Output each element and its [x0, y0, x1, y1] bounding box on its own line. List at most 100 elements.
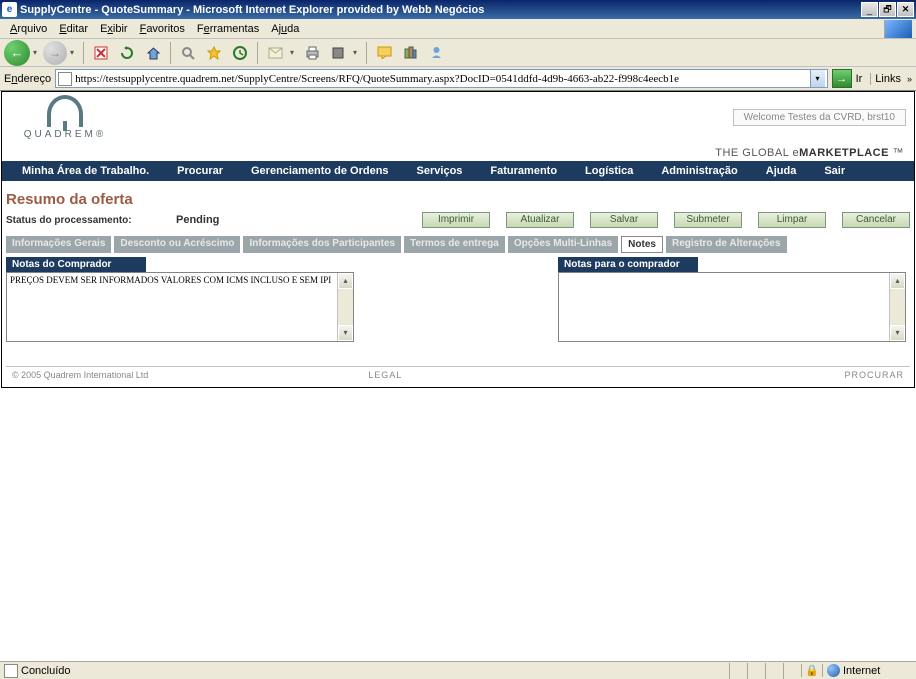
nav-administracao[interactable]: Administração — [647, 162, 751, 180]
statusbar: Concluído 🔒 Internet — [0, 661, 916, 679]
scroll-down-icon[interactable]: ▾ — [890, 325, 905, 341]
restore-button[interactable]: 🗗 — [879, 2, 896, 17]
tab-desconto[interactable]: Desconto ou Acréscimo — [114, 236, 240, 253]
history-button[interactable] — [228, 41, 252, 65]
tab-termos-entrega[interactable]: Termos de entrega — [404, 236, 505, 253]
welcome-text: Welcome Testes da CVRD, brst10 — [733, 109, 906, 126]
scroll-up-icon[interactable]: ▴ — [890, 273, 905, 289]
status-pane — [783, 663, 801, 679]
address-input-wrapper: ▾ — [55, 69, 827, 88]
page-title: Resumo da oferta — [6, 191, 910, 208]
print-button[interactable] — [300, 41, 324, 65]
status-value: Pending — [176, 214, 376, 226]
menu-arquivo[interactable]: Arquivo — [4, 21, 53, 37]
nav-ajuda[interactable]: Ajuda — [752, 162, 811, 180]
scroll-up-icon[interactable]: ▴ — [338, 273, 353, 289]
address-input[interactable] — [75, 73, 809, 85]
discuss-button[interactable] — [372, 41, 396, 65]
address-dropdown[interactable]: ▾ — [810, 70, 825, 87]
cancelar-button[interactable]: Cancelar — [842, 212, 910, 228]
close-button[interactable]: ✕ — [897, 2, 914, 17]
salvar-button[interactable]: Salvar — [590, 212, 658, 228]
zone-text: Internet — [843, 665, 880, 677]
legal-link[interactable]: LEGAL — [368, 370, 402, 380]
nav-faturamento[interactable]: Faturamento — [476, 162, 571, 180]
copyright-text: © 2005 Quadrem International Ltd — [12, 370, 148, 380]
research-button[interactable] — [398, 41, 422, 65]
atualizar-button[interactable]: Atualizar — [506, 212, 574, 228]
go-button[interactable]: → — [832, 69, 852, 88]
to-buyer-notes-textarea[interactable] — [559, 273, 889, 341]
page-header: QUADREM® Welcome Testes da CVRD, brst10 — [2, 92, 914, 143]
menubar: Arquivo Editar Exibir Favoritos Ferramen… — [0, 19, 916, 39]
edit-dropdown[interactable]: ▾ — [353, 48, 357, 57]
toolbar: ←▾ →▾ ▾ ▾ — [0, 39, 916, 67]
status-pane — [747, 663, 765, 679]
buyer-notes-header: Notas do Comprador — [6, 257, 146, 272]
toolbar-separator — [83, 42, 84, 64]
stop-button[interactable] — [89, 41, 113, 65]
favorites-button[interactable] — [202, 41, 226, 65]
search-button[interactable] — [176, 41, 200, 65]
submeter-button[interactable]: Submeter — [674, 212, 742, 228]
page-footer: © 2005 Quadrem International Ltd LEGAL P… — [6, 366, 910, 383]
menu-ajuda[interactable]: Ajuda — [265, 21, 305, 37]
back-dropdown[interactable]: ▾ — [33, 48, 37, 57]
window-title: SupplyCentre - QuoteSummary - Microsoft … — [20, 4, 861, 16]
refresh-button[interactable] — [115, 41, 139, 65]
forward-button[interactable]: → — [43, 41, 67, 65]
limpar-button[interactable]: Limpar — [758, 212, 826, 228]
go-label: Ir — [856, 73, 863, 85]
menu-ferramentas[interactable]: Ferramentas — [191, 21, 265, 37]
back-button[interactable]: ← — [4, 40, 30, 66]
mail-button[interactable] — [263, 41, 287, 65]
buyer-notes-textarea[interactable] — [7, 273, 337, 341]
buyer-notes-box: ▴ ▾ — [6, 272, 354, 342]
nav-logistica[interactable]: Logística — [571, 162, 647, 180]
mail-dropdown[interactable]: ▾ — [290, 48, 294, 57]
menu-editar[interactable]: Editar — [53, 21, 94, 37]
tab-registro-alt[interactable]: Registro de Alterações — [666, 236, 787, 253]
tagline: THE GLOBAL eMARKETPLACE ™ — [2, 143, 914, 161]
imprimir-button[interactable]: Imprimir — [422, 212, 490, 228]
status-label: Status do processamento: — [6, 215, 176, 226]
ie-throbber-icon — [884, 20, 912, 38]
links-label[interactable]: Links — [870, 73, 901, 85]
address-label: Endereço — [4, 73, 51, 85]
scrollbar[interactable]: ▴ ▾ — [889, 273, 905, 341]
minimize-button[interactable]: _ — [861, 2, 878, 17]
scrollbar[interactable]: ▴ ▾ — [337, 273, 353, 341]
sub-tabs: Informações Gerais Desconto ou Acréscimo… — [6, 236, 910, 253]
addressbar: Endereço ▾ → Ir Links » — [0, 67, 916, 91]
window-titlebar: e SupplyCentre - QuoteSummary - Microsof… — [0, 0, 916, 19]
menu-exibir[interactable]: Exibir — [94, 21, 134, 37]
nav-procurar[interactable]: Procurar — [163, 162, 237, 180]
forward-dropdown[interactable]: ▾ — [70, 48, 74, 57]
nav-sair[interactable]: Sair — [810, 162, 859, 180]
status-row: Status do processamento: Pending Imprimi… — [6, 212, 910, 228]
tab-participantes[interactable]: Informações dos Participantes — [243, 236, 401, 253]
quadrem-logo: QUADREM® — [10, 95, 120, 140]
tab-info-gerais[interactable]: Informações Gerais — [6, 236, 111, 253]
status-pane — [765, 663, 783, 679]
nav-ordens[interactable]: Gerenciamento de Ordens — [237, 162, 403, 180]
tab-notes[interactable]: Notes — [621, 236, 663, 253]
links-chevron-icon[interactable]: » — [907, 74, 912, 84]
nav-servicos[interactable]: Serviços — [403, 162, 477, 180]
procurar-link[interactable]: PROCURAR — [844, 370, 904, 380]
to-buyer-notes-header: Notas para o comprador — [558, 257, 698, 272]
edit-button[interactable] — [326, 41, 350, 65]
tab-multi-linhas[interactable]: Opções Multi-Linhas — [508, 236, 618, 253]
menu-favoritos[interactable]: Favoritos — [134, 21, 191, 37]
status-page-icon — [4, 664, 18, 678]
status-pane — [729, 663, 747, 679]
nav-workarea[interactable]: Minha Área de Trabalho. — [8, 162, 163, 180]
page-icon — [58, 72, 72, 86]
home-button[interactable] — [141, 41, 165, 65]
scroll-down-icon[interactable]: ▾ — [338, 325, 353, 341]
security-zone: Internet — [822, 664, 912, 677]
content-viewport: QUADREM® Welcome Testes da CVRD, brst10 … — [0, 91, 916, 661]
main-nav: Minha Área de Trabalho. Procurar Gerenci… — [2, 161, 914, 181]
messenger-button[interactable] — [424, 41, 448, 65]
toolbar-separator — [170, 42, 171, 64]
